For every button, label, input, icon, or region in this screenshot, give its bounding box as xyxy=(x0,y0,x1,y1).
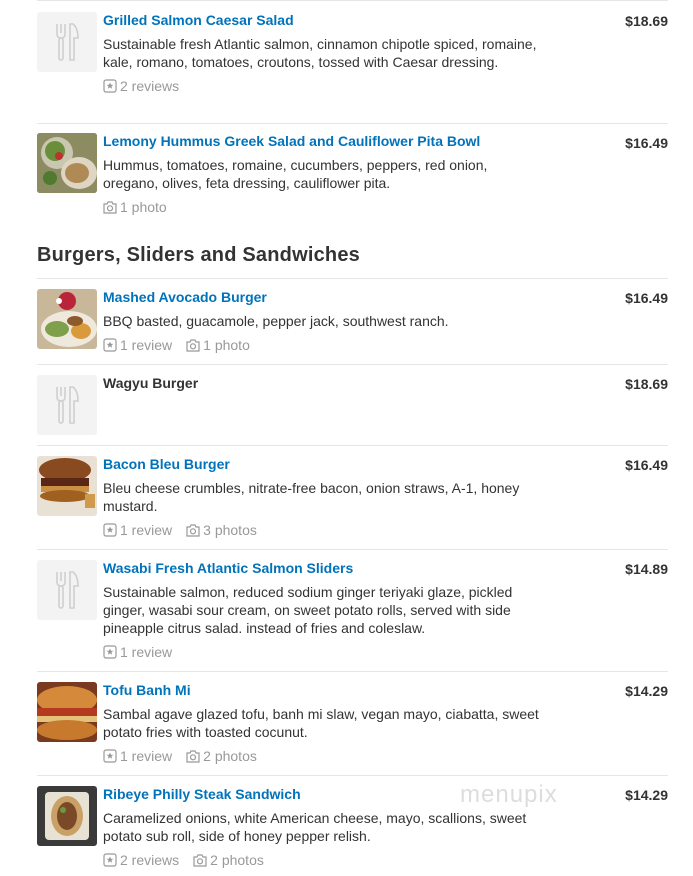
photos-link[interactable]: 2 photos xyxy=(193,851,264,869)
photos-count: 1 photo xyxy=(203,337,250,353)
reviews-link[interactable]: 1 review xyxy=(103,521,172,539)
burger-plate-photo-icon xyxy=(37,289,97,349)
menu-item: Bacon Bleu Burger Bleu cheese crumbles, … xyxy=(37,446,668,550)
item-meta: 1 review 2 photos xyxy=(103,747,543,765)
photos-link[interactable]: 3 photos xyxy=(186,521,257,539)
reviews-count: 1 review xyxy=(120,522,173,538)
item-name-link[interactable]: Mashed Avocado Burger xyxy=(103,289,543,306)
star-icon xyxy=(103,523,117,537)
salad-photo-icon xyxy=(37,133,97,193)
item-name-link[interactable]: Grilled Salmon Caesar Salad xyxy=(103,12,543,29)
reviews-link[interactable]: 1 review xyxy=(103,643,172,661)
reviews-count: 1 review xyxy=(120,644,173,660)
item-description: Bleu cheese crumbles, nitrate-free bacon… xyxy=(103,480,520,514)
menu-item: Tofu Banh Mi Sambal agave glazed tofu, b… xyxy=(37,672,668,776)
fork-knife-icon xyxy=(56,386,79,424)
item-price: $16.49 xyxy=(625,290,668,306)
photos-link[interactable]: 2 photos xyxy=(186,747,257,765)
item-description: Sambal agave glazed tofu, banh mi slaw, … xyxy=(103,706,539,740)
item-photo[interactable] xyxy=(37,133,97,193)
item-photo[interactable] xyxy=(37,456,97,516)
fork-knife-icon xyxy=(56,23,79,61)
photos-count: 3 photos xyxy=(203,522,257,538)
item-price: $14.29 xyxy=(625,683,668,699)
item-photo[interactable] xyxy=(37,289,97,349)
reviews-count: 1 review xyxy=(120,748,173,764)
steak-sandwich-photo-icon xyxy=(37,786,97,846)
item-price: $16.49 xyxy=(625,457,668,473)
reviews-count: 2 reviews xyxy=(120,852,180,868)
placeholder-thumbnail xyxy=(37,560,97,620)
item-name-link[interactable]: Bacon Bleu Burger xyxy=(103,456,543,473)
item-meta: 1 review 1 photo xyxy=(103,336,543,354)
star-icon xyxy=(103,749,117,763)
item-description: Sustainable salmon, reduced sodium ginge… xyxy=(103,584,513,636)
photos-count: 1 photo xyxy=(120,199,167,215)
item-description: BBQ basted, guacamole, pepper jack, sout… xyxy=(103,313,449,329)
item-name-link[interactable]: Wasabi Fresh Atlantic Salmon Sliders xyxy=(103,560,543,577)
item-price: $18.69 xyxy=(625,376,668,392)
menu-item: Wagyu Burger $18.69 xyxy=(37,365,668,446)
photos-count: 2 photos xyxy=(210,852,264,868)
reviews-link[interactable]: 1 review xyxy=(103,336,172,354)
section-heading: Burgers, Sliders and Sandwiches xyxy=(37,244,360,266)
burger-photo-icon xyxy=(37,456,97,516)
placeholder-thumbnail xyxy=(37,12,97,72)
star-icon xyxy=(103,79,117,93)
item-price: $14.89 xyxy=(625,561,668,577)
item-description: Sustainable fresh Atlantic salmon, cinna… xyxy=(103,36,537,70)
placeholder-thumbnail xyxy=(37,375,97,435)
reviews-link[interactable]: 1 review xyxy=(103,747,172,765)
watermark: menupix xyxy=(460,781,558,808)
star-icon xyxy=(103,338,117,352)
item-meta: 2 reviews xyxy=(103,77,543,95)
item-price: $18.69 xyxy=(625,13,668,29)
fork-knife-icon xyxy=(56,571,79,609)
reviews-link[interactable]: 2 reviews xyxy=(103,77,179,95)
menu-item: Lemony Hummus Greek Salad and Cauliflowe… xyxy=(37,124,668,230)
item-name-link[interactable]: Tofu Banh Mi xyxy=(103,682,543,699)
star-icon xyxy=(103,853,117,867)
reviews-count: 1 review xyxy=(120,337,173,353)
item-photo[interactable] xyxy=(37,786,97,846)
item-meta: 1 review xyxy=(103,643,543,661)
item-meta: 2 reviews 2 photos xyxy=(103,851,543,869)
camera-icon xyxy=(186,523,200,537)
item-name-link[interactable]: Lemony Hummus Greek Salad and Cauliflowe… xyxy=(103,133,543,150)
photos-link[interactable]: 1 photo xyxy=(103,198,167,216)
item-price: $14.29 xyxy=(625,787,668,803)
sandwich-photo-icon xyxy=(37,682,97,742)
photos-link[interactable]: 1 photo xyxy=(186,336,250,354)
star-icon xyxy=(103,645,117,659)
menu-item: Wasabi Fresh Atlantic Salmon Sliders Sus… xyxy=(37,550,668,672)
item-price: $16.49 xyxy=(625,135,668,151)
camera-icon xyxy=(186,338,200,352)
camera-icon xyxy=(103,200,117,214)
reviews-count: 2 reviews xyxy=(120,78,180,94)
photos-count: 2 photos xyxy=(203,748,257,764)
item-name: Wagyu Burger xyxy=(103,375,199,391)
reviews-link[interactable]: 2 reviews xyxy=(103,851,179,869)
item-description: Caramelized onions, white American chees… xyxy=(103,810,527,844)
item-description: Hummus, tomatoes, romaine, cucumbers, pe… xyxy=(103,157,488,191)
camera-icon xyxy=(193,853,207,867)
camera-icon xyxy=(186,749,200,763)
menu-item: Grilled Salmon Caesar Salad Sustainable … xyxy=(37,0,668,124)
item-meta: 1 review 3 photos xyxy=(103,521,543,539)
menu-item: Ribeye Philly Steak Sandwich Caramelized… xyxy=(37,776,668,876)
item-meta: 1 photo xyxy=(103,198,543,216)
item-photo[interactable] xyxy=(37,682,97,742)
menu-item: Mashed Avocado Burger BBQ basted, guacam… xyxy=(37,278,668,365)
